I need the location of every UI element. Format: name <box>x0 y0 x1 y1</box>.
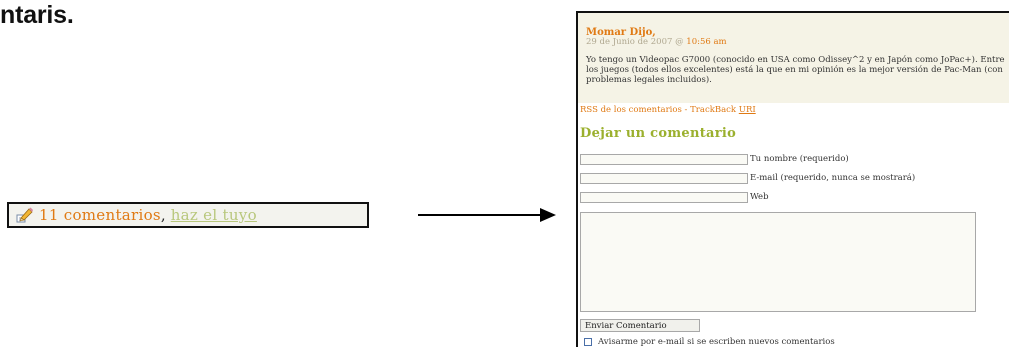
feed-links: RSS de los comentarios - TrackBack URI <box>580 105 756 115</box>
notify-label: Avisarme por e-mail si se escriben nuevo… <box>598 337 835 347</box>
comment-body: Yo tengo un Videopac G7000 (conocido en … <box>586 55 1005 85</box>
name-field[interactable] <box>580 153 748 165</box>
name-row: Tu nombre (requerido) <box>580 153 849 165</box>
comment-page-screenshot: Momar Dijo, 29 de Junio de 2007 @ 10:56 … <box>576 11 1009 347</box>
page-heading-fragment: ntaris. <box>0 1 74 29</box>
trackback-link[interactable]: TrackBack <box>690 105 739 115</box>
comment-entry: Momar Dijo, 29 de Junio de 2007 @ 10:56 … <box>578 13 1009 103</box>
email-row: E-mail (requerido, nunca se mostrará) <box>580 172 915 184</box>
pencil-icon <box>15 206 33 224</box>
leave-comment-title: Dejar un comentario <box>580 126 737 141</box>
web-field[interactable] <box>580 191 748 203</box>
separator-comma: , <box>160 206 166 224</box>
trackback-uri-link[interactable]: URI <box>739 105 756 115</box>
web-row: Web <box>580 191 769 203</box>
comments-count-widget: 11 comentarios , haz el tuyo <box>7 202 369 228</box>
comment-time-link[interactable]: 10:56 am <box>686 37 726 47</box>
comments-count-text[interactable]: 11 comentarios <box>39 206 161 224</box>
comment-textarea[interactable] <box>580 212 976 312</box>
email-label: E-mail (requerido, nunca se mostrará) <box>750 173 916 183</box>
notify-checkbox[interactable] <box>584 338 592 346</box>
link-separator: - <box>681 105 691 115</box>
web-label: Web <box>750 192 769 202</box>
leave-comment-link[interactable]: haz el tuyo <box>171 206 257 224</box>
submit-comment-button[interactable]: Enviar Comentario <box>580 319 700 332</box>
email-field[interactable] <box>580 172 748 184</box>
name-label: Tu nombre (requerido) <box>750 154 849 164</box>
comment-date-text: 29 de Junio de 2007 @ <box>586 37 687 47</box>
notify-row: Avisarme por e-mail si se escriben nuevo… <box>584 337 835 347</box>
comment-date: 29 de Junio de 2007 @ 10:56 am <box>586 37 727 47</box>
right-arrow-icon <box>418 208 556 222</box>
rss-comments-link[interactable]: RSS de los comentarios <box>580 105 682 115</box>
